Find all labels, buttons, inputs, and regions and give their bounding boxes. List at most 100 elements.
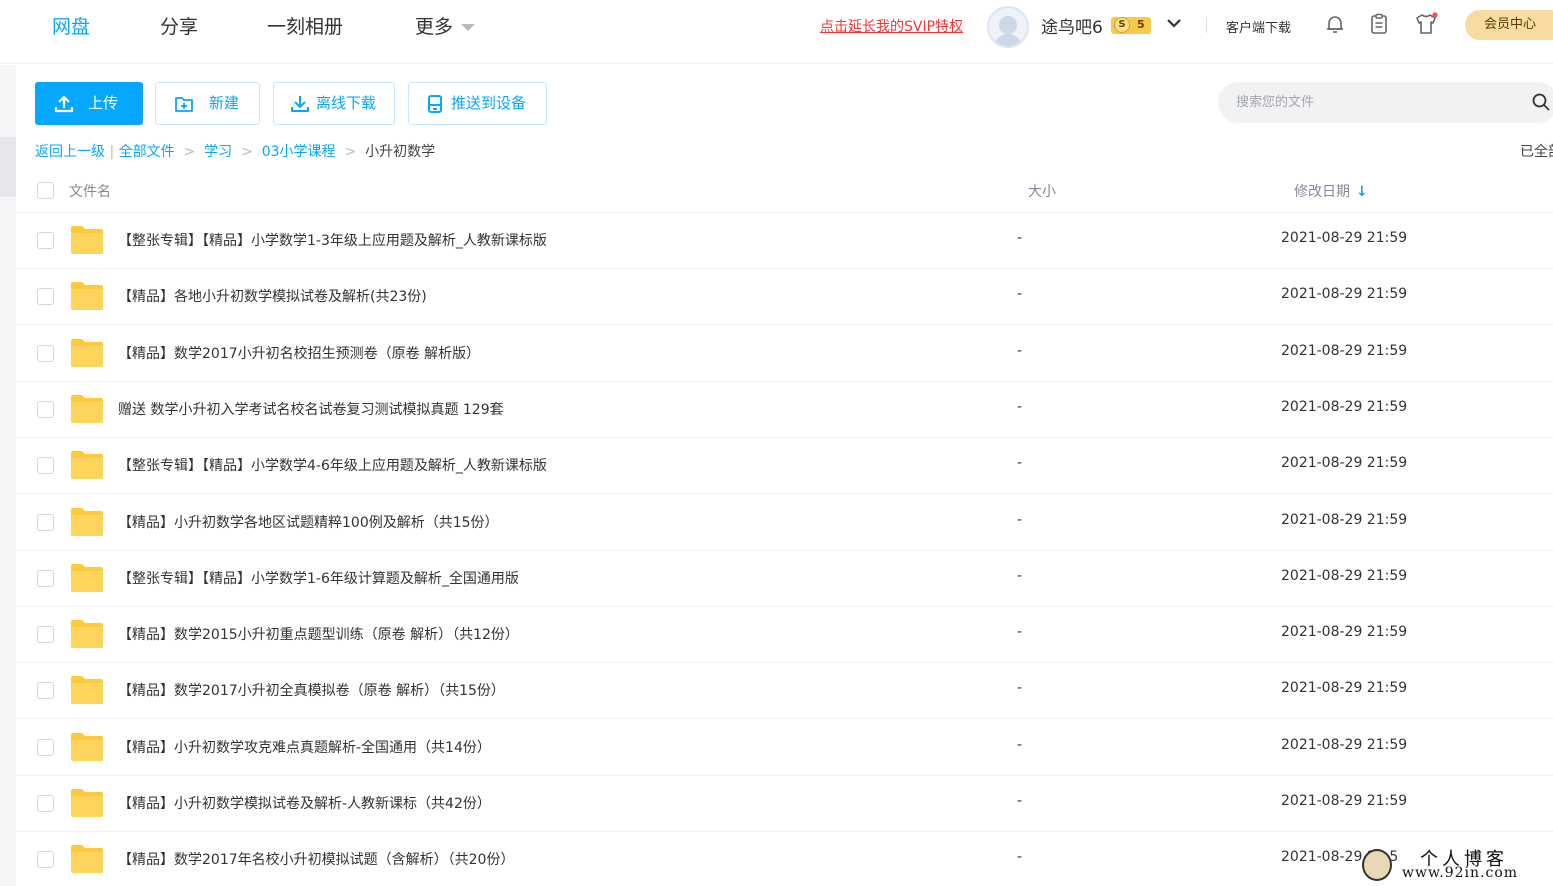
table-row[interactable]: 【精品】小升初数学各地区试题精粹100例及解析（共15份） - 2021-08-29… (16, 495, 1553, 551)
row-checkbox[interactable] (37, 851, 54, 868)
chevron-down-icon[interactable] (1165, 14, 1183, 32)
search-box (1218, 82, 1553, 123)
clipboard-icon[interactable] (1367, 12, 1391, 36)
row-checkbox[interactable] (37, 682, 54, 699)
row-checkbox[interactable] (37, 345, 54, 362)
column-date-header[interactable]: 修改日期 ↓ (1294, 181, 1368, 201)
file-date: 2021-08-29 21:59 (1281, 680, 1408, 696)
tab-netdisk[interactable]: 网盘 (52, 12, 90, 39)
file-name[interactable]: 【精品】小升初数学攻克难点真题解析-全国通用（共14份） (118, 737, 491, 757)
search-input[interactable] (1236, 92, 1516, 113)
file-name[interactable]: 【精品】数学2017小升初名校招生预测卷（原卷 解析版） (118, 343, 480, 363)
upload-button[interactable]: 上传 (35, 82, 143, 125)
left-sidebar-strip (0, 65, 16, 886)
file-name[interactable]: 【精品】各地小升初数学模拟试卷及解析(共23份) (118, 286, 427, 306)
table-row[interactable]: 【精品】数学2017小升初名校招生预测卷（原卷 解析版） - 2021-08-29 … (16, 326, 1553, 382)
new-folder-button[interactable]: 新建 (155, 82, 260, 125)
row-checkbox[interactable] (37, 570, 54, 587)
file-name[interactable]: 赠送 数学小升初入学考试名校名试卷复习测试模拟真题 129套 (118, 399, 504, 419)
file-date: 2021-08-29 21:59 (1281, 512, 1408, 528)
breadcrumb-study[interactable]: 学习 (204, 144, 232, 160)
upload-label: 上传 (88, 94, 119, 112)
search-icon[interactable] (1531, 92, 1551, 112)
top-navigation: 网盘 分享 一刻相册 更多 点击延长我的SVIP特权 途鸟吧6 S 5 客户端下… (0, 0, 1553, 64)
file-size: - (1017, 849, 1023, 865)
file-size: - (1017, 568, 1023, 584)
row-checkbox[interactable] (37, 288, 54, 305)
tab-more-label: 更多 (415, 16, 454, 38)
divider (1206, 17, 1207, 33)
file-name[interactable]: 【整张专辑】【精品】小学数学1-3年级上应用题及解析_人教新课标版 (118, 230, 547, 250)
file-size: - (1017, 624, 1023, 640)
row-checkbox[interactable] (37, 514, 54, 531)
breadcrumb: 返回上一级 | 全部文件 > 学习 > 03小学课程 > 小升初数学 (35, 141, 435, 161)
row-checkbox[interactable] (37, 739, 54, 756)
file-name[interactable]: 【精品】数学2017年名校小升初模拟试题（含解析）（共20份） (118, 849, 514, 869)
breadcrumb-chevron-icon: > (236, 144, 258, 160)
file-name[interactable]: 【精品】数学2017小升初全真模拟卷（原卷 解析）（共15份） (118, 680, 505, 700)
file-name[interactable]: 【精品】小升初数学模拟试卷及解析-人教新课标（共42份） (118, 793, 491, 813)
tab-share[interactable]: 分享 (160, 12, 198, 39)
file-size: - (1017, 399, 1023, 415)
bell-icon[interactable] (1323, 12, 1347, 36)
avatar[interactable] (987, 6, 1029, 48)
row-checkbox[interactable] (37, 457, 54, 474)
tab-more[interactable]: 更多 (415, 12, 476, 39)
breadcrumb-primary-courses[interactable]: 03小学课程 (262, 144, 336, 160)
select-all-checkbox[interactable] (37, 182, 54, 199)
shirt-icon[interactable] (1414, 12, 1438, 36)
upload-icon (54, 95, 74, 113)
username[interactable]: 途鸟吧6 (1041, 13, 1103, 38)
file-size: - (1017, 343, 1023, 359)
sidebar-scroll-mark[interactable] (0, 137, 16, 197)
svip-extend-link[interactable]: 点击延长我的SVIP特权 (820, 16, 963, 36)
breadcrumb-current: 小升初数学 (365, 144, 436, 160)
table-row[interactable]: 赠送 数学小升初入学考试名校名试卷复习测试模拟真题 129套 - 2021-08-2… (16, 382, 1553, 438)
table-row[interactable]: 【精品】数学2017年名校小升初模拟试题（含解析）（共20份） -2021-08-… (16, 832, 1553, 886)
offline-download-button[interactable]: 离线下载 (273, 82, 395, 125)
folder-icon (71, 676, 103, 704)
row-checkbox[interactable] (37, 795, 54, 812)
file-date: 2021-08-29 21:59 (1281, 568, 1408, 584)
column-date-label: 修改日期 (1294, 184, 1350, 200)
table-row[interactable]: 【精品】小升初数学模拟试卷及解析-人教新课标（共42份） - 2021-08-29 … (16, 776, 1553, 832)
row-checkbox[interactable] (37, 232, 54, 249)
back-link[interactable]: 返回上一级 (35, 144, 105, 160)
folder-icon (71, 339, 103, 367)
row-checkbox[interactable] (37, 626, 54, 643)
tab-album[interactable]: 一刻相册 (267, 12, 343, 39)
table-row[interactable]: 【整张专辑】【精品】小学数学4-6年级上应用题及解析_人教新课标版 - 2021-0… (16, 438, 1553, 494)
column-name-header[interactable]: 文件名 (69, 181, 111, 201)
table-row[interactable]: 【精品】小升初数学攻克难点真题解析-全国通用（共14份） - 2021-08-29 … (16, 720, 1553, 776)
file-name[interactable]: 【精品】小升初数学各地区试题精粹100例及解析（共15份） (118, 512, 499, 532)
table-row[interactable]: 【整张专辑】【精品】小学数学1-3年级上应用题及解析_人教新课标版 - 2021-0… (16, 213, 1553, 269)
table-row[interactable]: 【精品】各地小升初数学模拟试卷及解析(共23份) - 2021-08-29 21:5… (16, 269, 1553, 325)
file-date: 2021-08-29 21:59 (1281, 399, 1408, 415)
load-status: 已全部 (1520, 144, 1553, 160)
svip-level: 5 (1137, 18, 1145, 31)
offline-download-label: 离线下载 (316, 94, 377, 112)
table-row[interactable]: 【整张专辑】【精品】小学数学1-6年级计算题及解析_全国通用版 - 2021-08-… (16, 551, 1553, 607)
file-size: - (1017, 286, 1023, 302)
file-name[interactable]: 【整张专辑】【精品】小学数学1-6年级计算题及解析_全国通用版 (118, 568, 519, 588)
breadcrumb-all-files[interactable]: 全部文件 (119, 144, 175, 160)
file-date: 2021-08-29 21:59 (1281, 230, 1408, 246)
table-row[interactable]: 【精品】数学2015小升初重点题型训练（原卷 解析）（共12份） - 2021-08… (16, 607, 1553, 663)
member-center-button[interactable]: 会员中心 (1465, 10, 1553, 40)
svip-level-badge: S 5 (1111, 17, 1151, 34)
file-name[interactable]: 【精品】数学2015小升初重点题型训练（原卷 解析）（共12份） (118, 624, 519, 644)
file-date: 2021-08-29 21:59 (1281, 737, 1408, 753)
sort-down-arrow-icon: ↓ (1356, 184, 1368, 200)
file-size: - (1017, 455, 1023, 471)
file-date: 2021-08-29 21:59 (1281, 286, 1408, 302)
column-size-header[interactable]: 大小 (1028, 181, 1056, 201)
new-label: 新建 (209, 94, 240, 112)
push-to-device-button[interactable]: 推送到设备 (408, 82, 547, 125)
client-download-link[interactable]: 客户端下载 (1226, 17, 1291, 36)
folder-icon (71, 620, 103, 648)
device-icon (428, 95, 442, 113)
file-name[interactable]: 【整张专辑】【精品】小学数学4-6年级上应用题及解析_人教新课标版 (118, 455, 547, 475)
table-row[interactable]: 【精品】数学2017小升初全真模拟卷（原卷 解析）（共15份） - 2021-08-… (16, 663, 1553, 719)
download-icon (291, 96, 309, 112)
row-checkbox[interactable] (37, 401, 54, 418)
